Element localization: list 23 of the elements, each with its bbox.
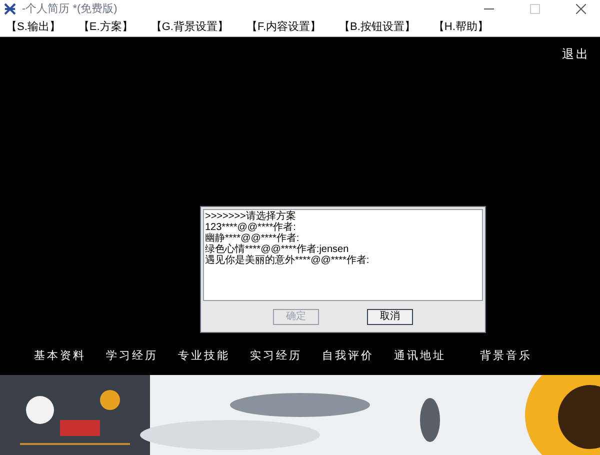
- plan-item[interactable]: 123****@@****作者:: [205, 222, 296, 233]
- menu-item[interactable]: 【B.按钮设置】: [339, 18, 416, 36]
- plan-item[interactable]: 幽静****@@****作者:: [205, 233, 300, 244]
- nav-button[interactable]: 基本资料: [34, 348, 86, 364]
- menu-item[interactable]: 【F.内容设置】: [246, 18, 321, 36]
- exit-link[interactable]: 退出: [562, 45, 590, 63]
- nav-button[interactable]: 背景音乐: [480, 348, 532, 364]
- menu-item[interactable]: 【S.输出】: [6, 18, 60, 36]
- plan-item[interactable]: 绿色心情****@@****作者:jensen: [205, 244, 349, 255]
- window-title: -个人简历 *(免费版): [22, 2, 118, 17]
- list-prompt: >>>>>>>请选择方案: [205, 211, 296, 222]
- nav-button[interactable]: 学习经历: [106, 348, 158, 364]
- nav-button[interactable]: 通讯地址: [394, 348, 446, 364]
- menu-item[interactable]: 【G.背景设置】: [150, 18, 228, 36]
- menu-item[interactable]: 【E.方案】: [78, 18, 133, 36]
- close-icon[interactable]: [576, 4, 586, 14]
- nav-button[interactable]: 自我评价: [322, 348, 374, 364]
- nav-button[interactable]: 专业技能: [178, 348, 230, 364]
- menu-item[interactable]: 【H.帮助】: [433, 18, 488, 36]
- nav-button[interactable]: 实习经历: [250, 348, 302, 364]
- app-icon: [4, 3, 16, 15]
- plan-item[interactable]: 遇见你是美丽的意外****@@****作者:: [205, 255, 370, 266]
- dialog-button[interactable]: 取消: [367, 309, 413, 325]
